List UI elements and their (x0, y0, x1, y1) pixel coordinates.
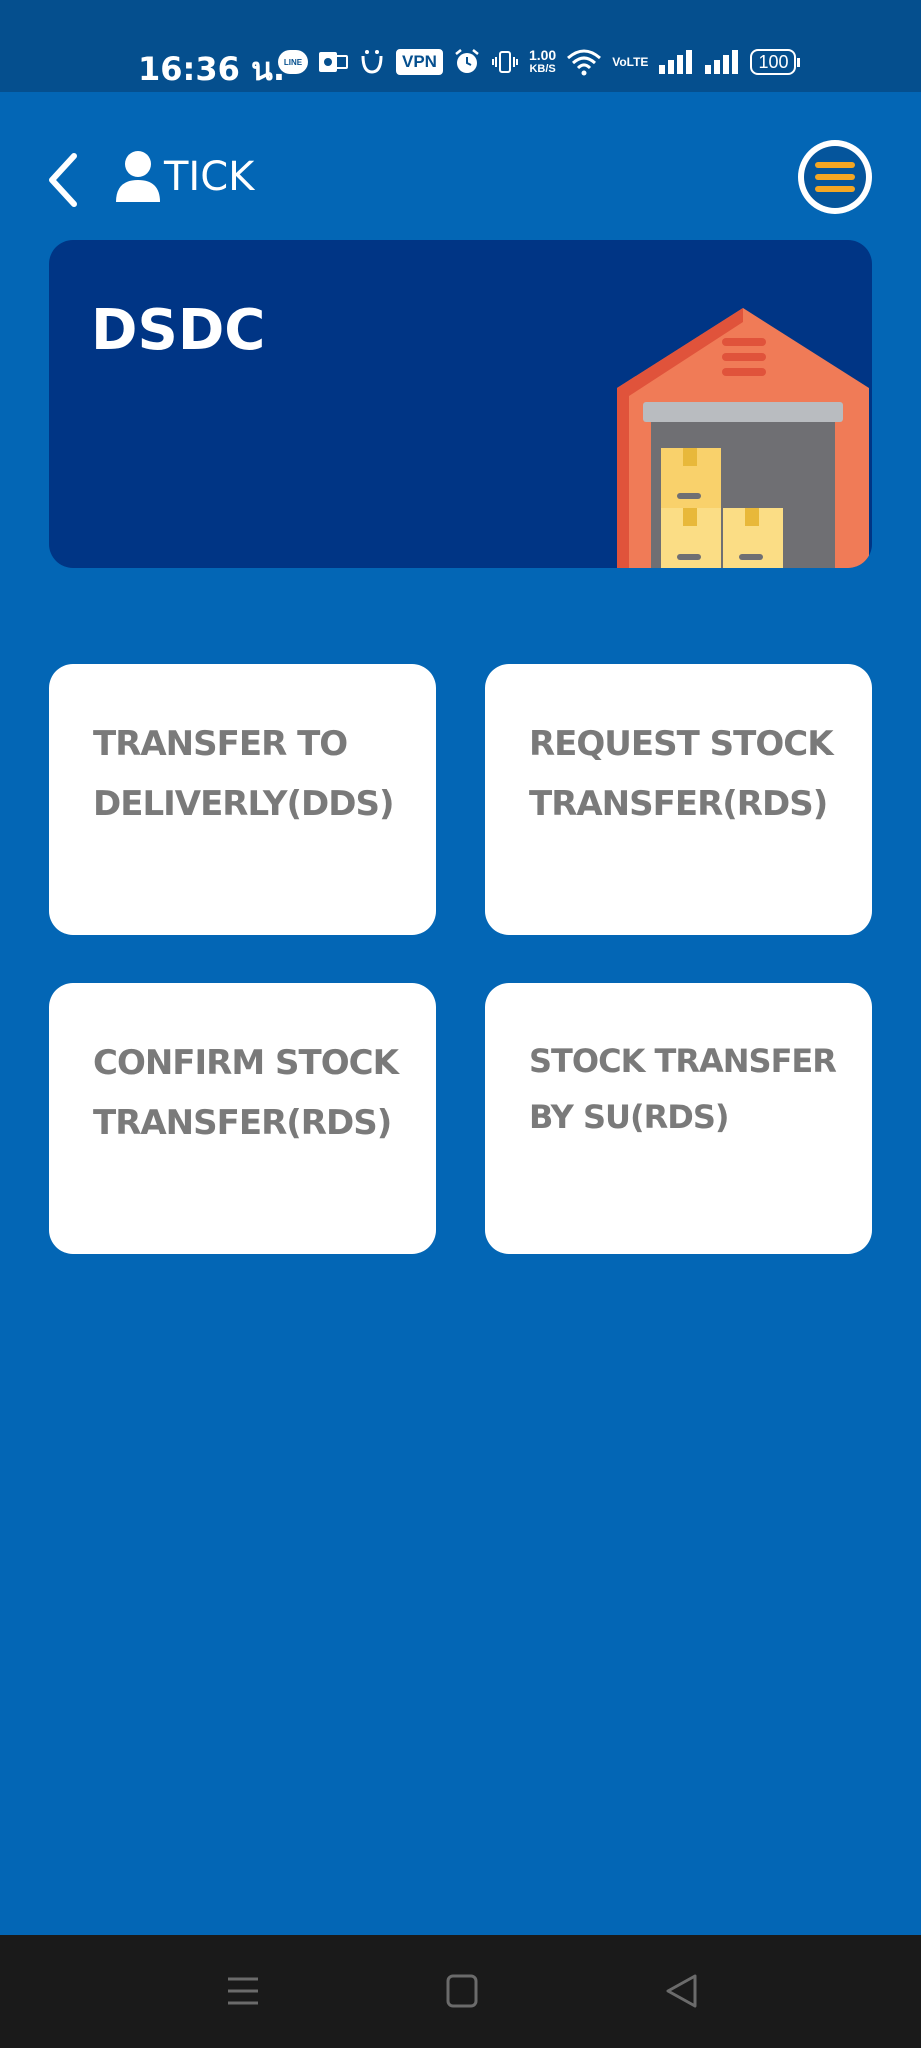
user-name: TICK (164, 154, 255, 200)
back-arrow-icon (49, 153, 77, 207)
alarm-icon (453, 48, 481, 76)
status-bar: 16:36 น. LINE VPN 1.00 KB/S VoLTE 100 (0, 0, 921, 92)
location-banner: DSDC (49, 240, 872, 568)
user-icon (114, 150, 162, 202)
battery-indicator: 100 (750, 49, 801, 75)
warehouse-illustration (617, 308, 869, 568)
tile-label: STOCK TRANSFER BY SU(RDS) (529, 1042, 837, 1136)
u-app-icon (358, 48, 386, 76)
app-header: TICK (0, 92, 921, 232)
tile-label: CONFIRM STOCK TRANSFER(RDS) (93, 1043, 399, 1143)
tile-request-stock-transfer[interactable]: REQUEST STOCK TRANSFER(RDS) (485, 664, 872, 935)
outlook-icon (318, 49, 348, 75)
signal-1-icon (658, 49, 694, 75)
banner-title: DSDC (91, 298, 266, 363)
vibrate-icon (491, 48, 519, 76)
system-nav-bar (0, 1935, 921, 2048)
hamburger-menu-icon (804, 146, 866, 208)
signal-2-icon (704, 49, 740, 75)
wifi-icon (566, 48, 602, 76)
tile-label: TRANSFER TO DELIVERLY(DDS) (93, 724, 394, 824)
tile-transfer-to-delivery[interactable]: TRANSFER TO DELIVERLY(DDS) (49, 664, 436, 935)
line-app-icon: LINE (278, 50, 308, 74)
status-icons: LINE VPN 1.00 KB/S VoLTE 100 (278, 44, 801, 80)
recent-apps-icon[interactable] (226, 1973, 260, 2009)
menu-button[interactable] (798, 140, 872, 214)
network-speed: 1.00 KB/S (529, 48, 556, 76)
volte-icon: VoLTE (612, 55, 649, 69)
tile-confirm-stock-transfer[interactable]: CONFIRM STOCK TRANSFER(RDS) (49, 983, 436, 1254)
back-triangle-icon[interactable] (664, 1973, 698, 2009)
tile-stock-transfer-by-su[interactable]: STOCK TRANSFER BY SU(RDS) (485, 983, 872, 1254)
network-speed-value: 1.00 (528, 47, 557, 63)
back-button[interactable] (44, 150, 84, 210)
tile-label: REQUEST STOCK TRANSFER(RDS) (529, 724, 834, 824)
vpn-icon: VPN (396, 49, 443, 75)
status-time: 16:36 น. (138, 50, 286, 88)
home-icon[interactable] (446, 1973, 478, 2009)
network-speed-unit: KB/S (529, 63, 556, 75)
